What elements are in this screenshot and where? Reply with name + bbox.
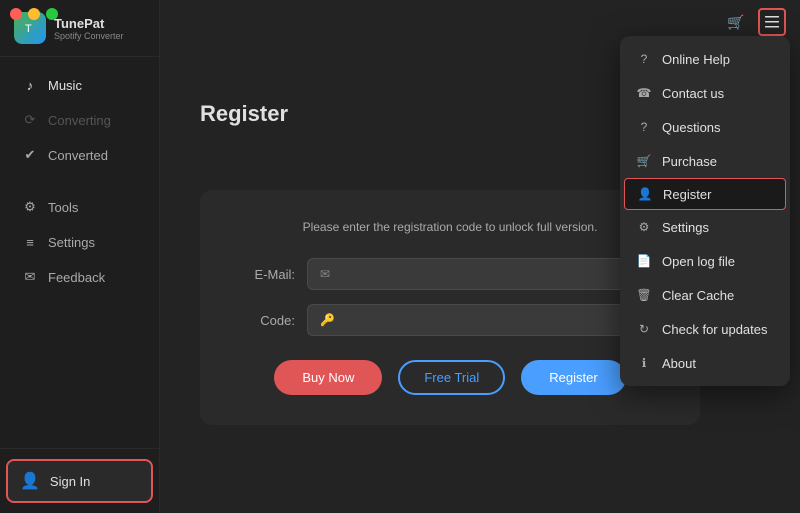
svg-text:T: T <box>25 23 32 35</box>
sidebar-item-feedback[interactable]: ✉ Feedback <box>6 260 153 294</box>
free-trial-button[interactable]: Free Trial <box>398 360 505 395</box>
music-icon: ♪ <box>22 77 38 93</box>
contact-icon: ☎ <box>636 85 652 101</box>
menu-label-online-help: Online Help <box>662 52 730 67</box>
code-row: Code: 🔑 <box>240 304 660 336</box>
sidebar-item-converted[interactable]: ✔ Converted <box>6 138 153 172</box>
sidebar-item-tools[interactable]: ⚙ Tools <box>6 190 153 224</box>
sidebar-item-settings[interactable]: ≡ Settings <box>6 225 153 259</box>
sidebar-label-converted: Converted <box>48 148 108 163</box>
about-icon: ℹ <box>636 355 652 371</box>
sidebar-label-tools: Tools <box>48 200 78 215</box>
register-title: Register <box>200 101 288 127</box>
log-icon: 📄 <box>636 253 652 269</box>
update-icon: ↻ <box>636 321 652 337</box>
main-content: 🛒 Register + + <box>160 0 800 513</box>
menu-button[interactable] <box>758 8 786 36</box>
menu-item-about[interactable]: ℹ About <box>620 346 790 380</box>
menu-label-clear-cache: Clear Cache <box>662 288 734 303</box>
register-icon: 👤 <box>637 186 653 202</box>
menu-item-check-updates[interactable]: ↻ Check for updates <box>620 312 790 346</box>
feedback-icon: ✉ <box>22 269 38 285</box>
help-icon: ? <box>636 51 652 67</box>
menu-settings-icon: ⚙ <box>636 219 652 235</box>
converting-icon: ⟳ <box>22 112 38 128</box>
menu-label-open-log: Open log file <box>662 254 735 269</box>
app-title: TunePat <box>54 16 124 31</box>
email-input[interactable]: ✉ <box>307 258 660 290</box>
purchase-icon: 🛒 <box>636 153 652 169</box>
menu-label-contact-us: Contact us <box>662 86 724 101</box>
code-input[interactable]: 🔑 <box>307 304 660 336</box>
code-label: Code: <box>240 313 295 328</box>
menu-label-settings: Settings <box>662 220 709 235</box>
menu-label-questions: Questions <box>662 120 721 135</box>
menu-label-check-updates: Check for updates <box>662 322 768 337</box>
maximize-button[interactable] <box>46 8 58 20</box>
code-icon: 🔑 <box>320 313 335 327</box>
menu-label-about: About <box>662 356 696 371</box>
menu-item-settings[interactable]: ⚙ Settings <box>620 210 790 244</box>
menu-item-open-log[interactable]: 📄 Open log file <box>620 244 790 278</box>
app-name: TunePat Spotify Converter <box>54 16 124 41</box>
register-button[interactable]: Register <box>521 360 625 395</box>
questions-icon: ? <box>636 119 652 135</box>
buy-now-button[interactable]: Buy Now <box>274 360 382 395</box>
sidebar-label-settings: Settings <box>48 235 95 250</box>
app-subtitle: Spotify Converter <box>54 31 124 41</box>
menu-item-register[interactable]: 👤 Register <box>624 178 786 210</box>
sidebar-bottom: 👤 Sign In <box>0 448 159 513</box>
sidebar-label-music: Music <box>48 78 82 93</box>
cache-icon: 🗑 <box>636 287 652 303</box>
sign-in-button[interactable]: 👤 Sign In <box>6 459 153 503</box>
sign-in-icon: 👤 <box>20 471 40 491</box>
close-button[interactable] <box>10 8 22 20</box>
menu-label-register: Register <box>663 187 711 202</box>
menu-item-purchase[interactable]: 🛒 Purchase <box>620 144 790 178</box>
email-label: E-Mail: <box>240 267 295 282</box>
sidebar-item-converting: ⟳ Converting <box>6 103 153 137</box>
button-row: Buy Now Free Trial Register <box>240 360 660 395</box>
menu-item-clear-cache[interactable]: 🗑 Clear Cache <box>620 278 790 312</box>
sidebar-label-converting: Converting <box>48 113 111 128</box>
sidebar: T TunePat Spotify Converter ♪ Music ⟳ Co… <box>0 0 160 513</box>
settings-icon: ≡ <box>22 234 38 250</box>
dropdown-menu: ? Online Help ☎ Contact us ? Questions 🛒… <box>620 36 790 386</box>
traffic-lights <box>10 8 58 20</box>
menu-item-online-help[interactable]: ? Online Help <box>620 42 790 76</box>
menu-item-contact-us[interactable]: ☎ Contact us <box>620 76 790 110</box>
email-icon: ✉ <box>320 267 330 281</box>
email-row: E-Mail: ✉ <box>240 258 660 290</box>
sidebar-label-feedback: Feedback <box>48 270 105 285</box>
converted-icon: ✔ <box>22 147 38 163</box>
cart-icon[interactable]: 🛒 <box>722 8 750 36</box>
tools-icon: ⚙ <box>22 199 38 215</box>
minimize-button[interactable] <box>28 8 40 20</box>
sidebar-nav: ♪ Music ⟳ Converting ✔ Converted ⚙ Tools… <box>0 57 159 448</box>
sidebar-item-music[interactable]: ♪ Music <box>6 68 153 102</box>
menu-item-questions[interactable]: ? Questions <box>620 110 790 144</box>
menu-label-purchase: Purchase <box>662 154 717 169</box>
sign-in-label: Sign In <box>50 474 90 489</box>
register-description: Please enter the registration code to un… <box>240 220 660 234</box>
